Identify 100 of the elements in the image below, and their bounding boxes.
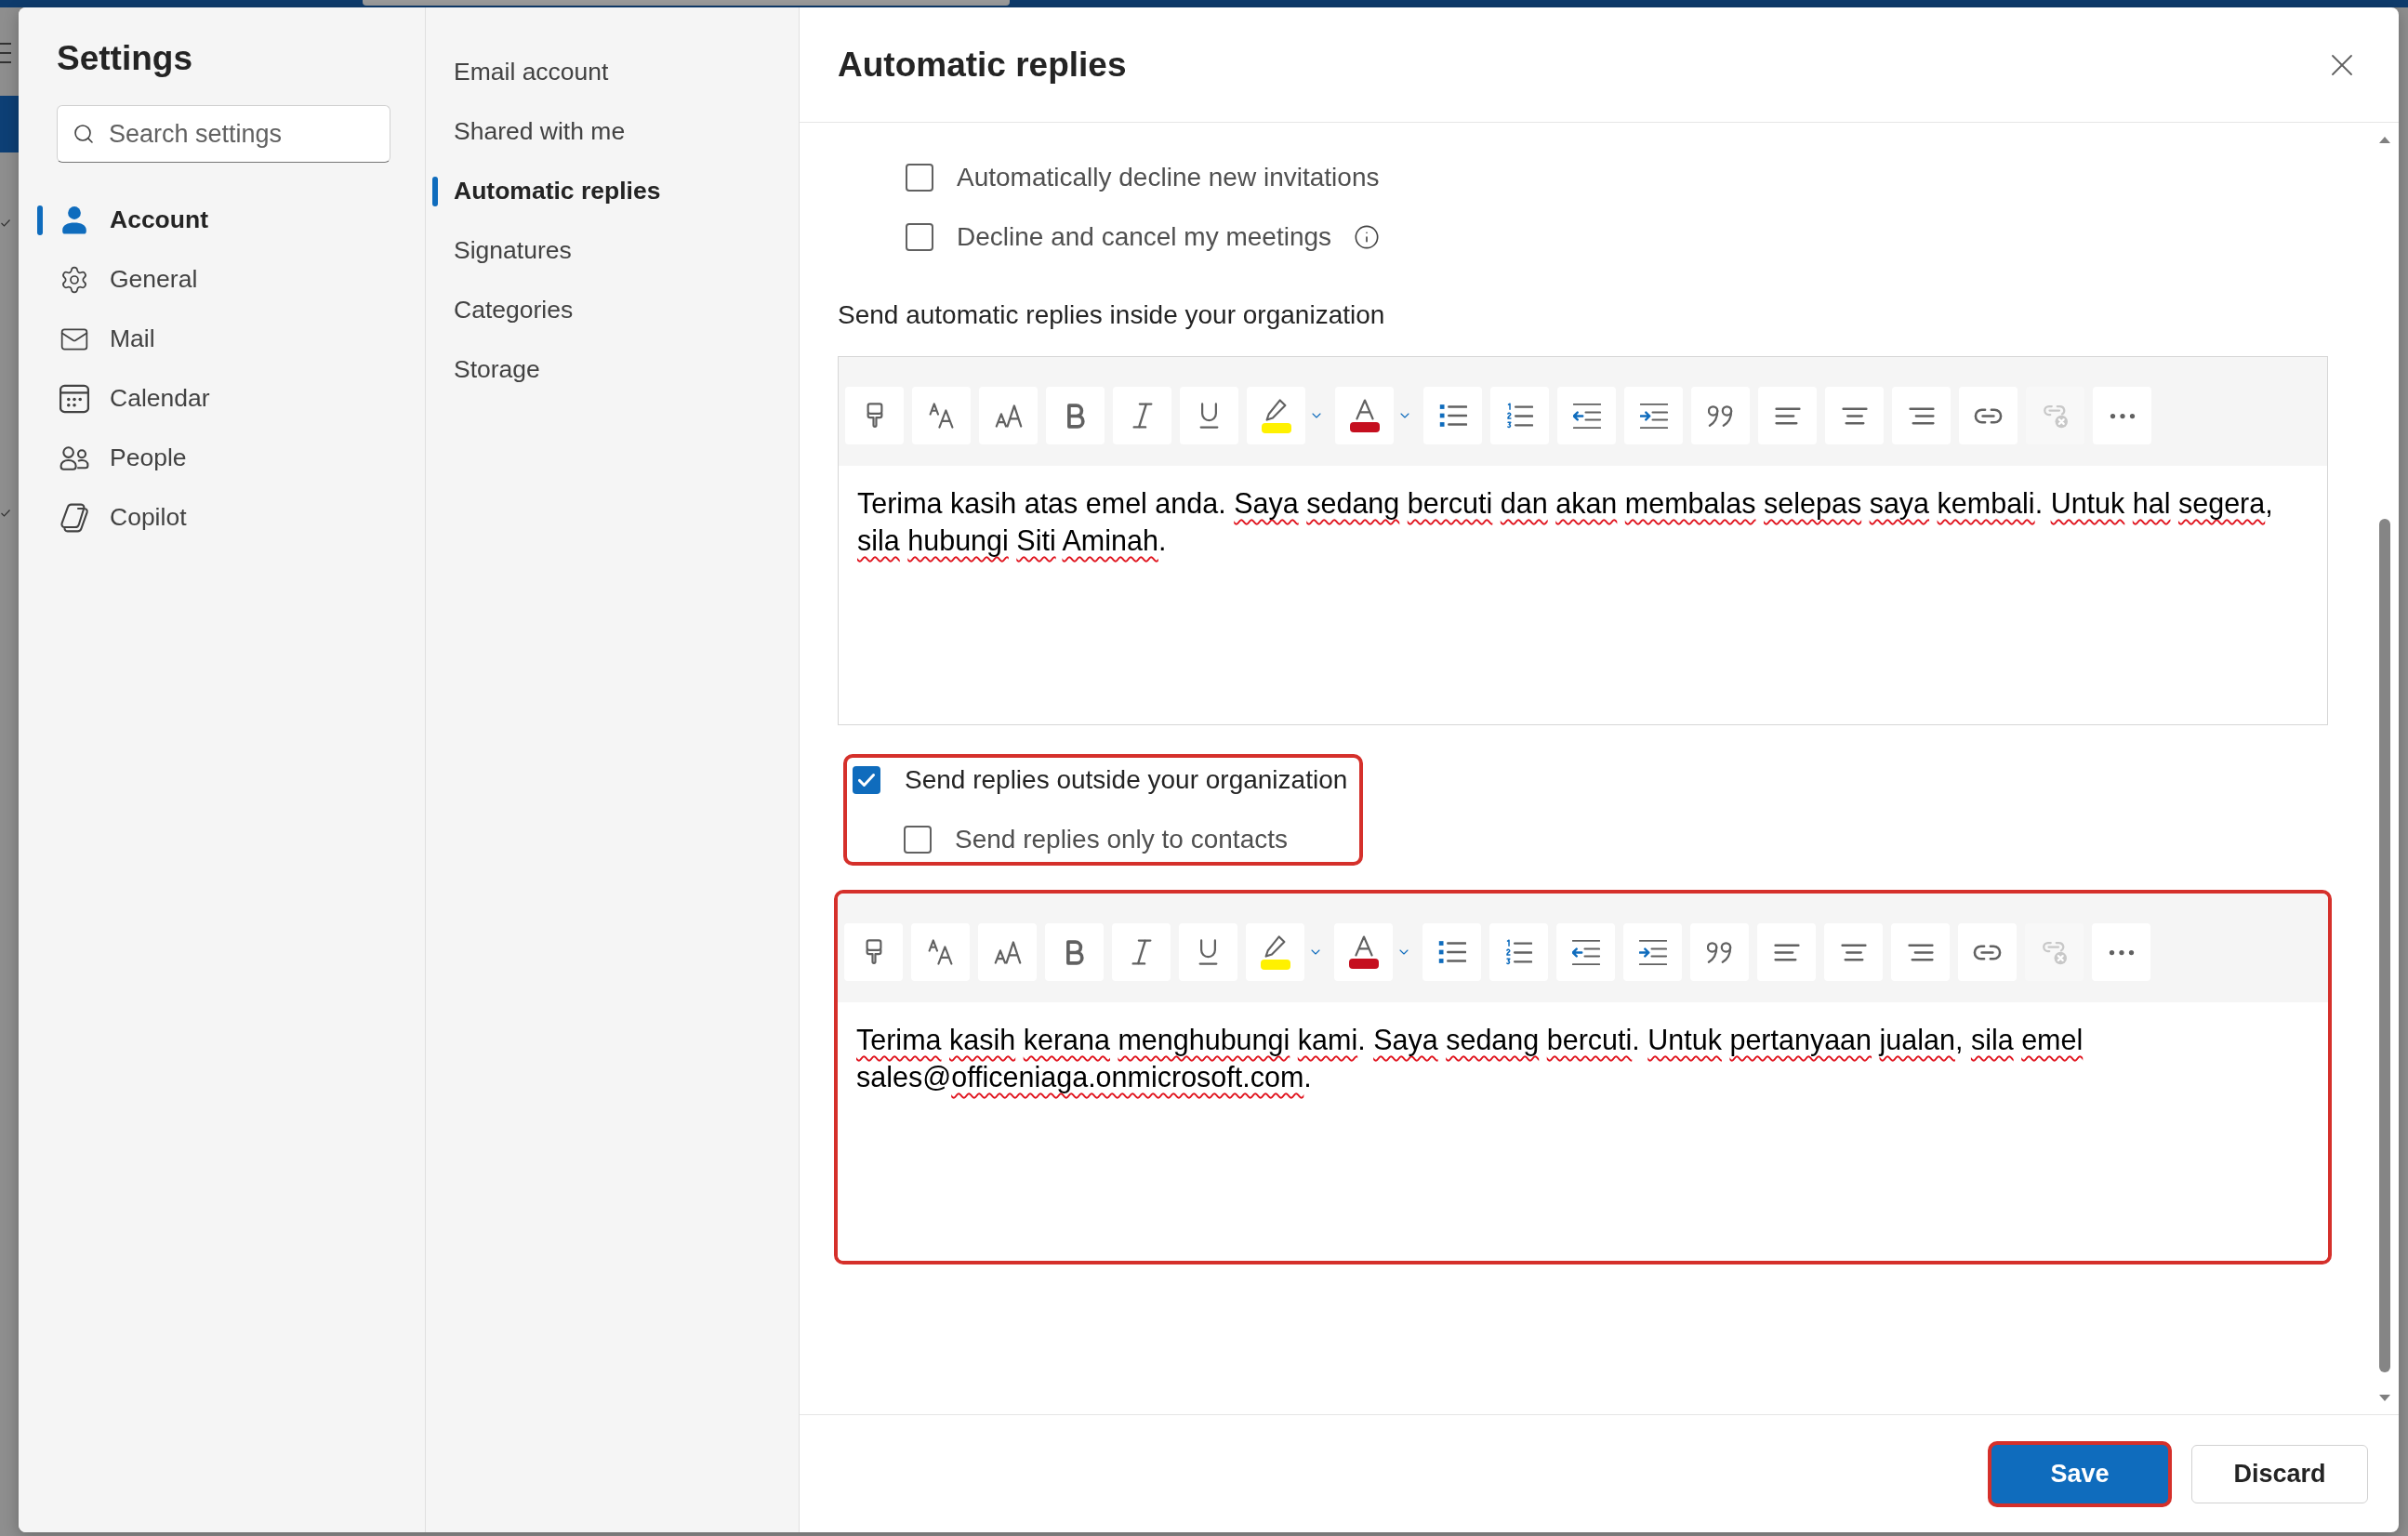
ribbon-bar (0, 96, 19, 152)
pencil-icon (1264, 934, 1286, 958)
highlight-button[interactable] (1247, 387, 1305, 444)
align-left-icon (1773, 943, 1800, 961)
numbered-list-icon (1505, 938, 1532, 966)
quote-button[interactable] (1691, 387, 1750, 444)
paintbrush-icon (865, 939, 882, 965)
nav-item[interactable]: People (30, 429, 411, 488)
align-center-icon (1841, 406, 1868, 425)
font-button[interactable] (912, 387, 971, 444)
bulleted-list-icon (1437, 940, 1466, 964)
calendar-icon (60, 384, 89, 414)
subnav-item[interactable]: Storage (431, 340, 785, 400)
align-center-button[interactable] (1825, 387, 1884, 444)
checkbox[interactable] (906, 223, 933, 251)
link-button[interactable] (1958, 923, 2017, 981)
checkbox[interactable] (853, 766, 880, 794)
underline-icon (1199, 403, 1219, 429)
outdent-icon (1571, 939, 1600, 965)
italic-icon (1131, 939, 1152, 965)
font-icon (928, 939, 953, 965)
people-icon (60, 444, 89, 473)
format-painter-button[interactable] (845, 387, 904, 444)
underline-icon (1198, 939, 1218, 965)
align-center-icon (1840, 943, 1867, 961)
decrease-indent-button[interactable] (1557, 387, 1616, 444)
link-icon (1974, 407, 2003, 424)
nav-item[interactable]: General (30, 250, 411, 310)
nav-item[interactable]: Mail (30, 310, 411, 369)
nav-item[interactable]: Account (30, 191, 411, 250)
quote-button[interactable] (1690, 923, 1749, 981)
align-right-icon (1908, 406, 1935, 425)
unlink-icon (2041, 939, 2068, 965)
link-button[interactable] (1959, 387, 2018, 444)
letter-a-icon (1355, 399, 1374, 420)
subnav-item[interactable]: Shared with me (431, 102, 785, 162)
search-icon (73, 123, 95, 145)
bold-icon (1065, 939, 1084, 965)
subnav-item[interactable]: Signatures (431, 221, 785, 281)
pencil-icon (1265, 398, 1287, 421)
subnav-item[interactable]: Email account (431, 43, 785, 102)
numbered-list-button[interactable] (1489, 923, 1548, 981)
ellipsis-icon (2109, 412, 2136, 419)
outdent-icon (1572, 403, 1601, 429)
ellipsis-icon (2108, 948, 2135, 956)
decrease-indent-button[interactable] (1556, 923, 1615, 981)
align-left-button[interactable] (1757, 923, 1816, 981)
underline-button[interactable] (1179, 923, 1237, 981)
increase-indent-button[interactable] (1623, 923, 1682, 981)
italic-button[interactable] (1113, 387, 1171, 444)
underline-button[interactable] (1180, 387, 1238, 444)
info-icon[interactable] (1354, 224, 1381, 250)
checkbox-label: Send replies outside your organization (905, 766, 1348, 794)
save-button[interactable]: Save (1988, 1440, 2172, 1507)
align-right-button[interactable] (1891, 923, 1950, 981)
indent-icon (1638, 939, 1667, 965)
subnav-item[interactable]: Categories (431, 281, 785, 340)
font-color-button[interactable] (1335, 387, 1394, 444)
scrollbar-thumb[interactable] (2379, 519, 2390, 1372)
search-field[interactable]: Search settings (57, 105, 390, 163)
font-button[interactable] (911, 923, 970, 981)
align-right-icon (1907, 943, 1934, 961)
font-size-icon (994, 404, 1023, 428)
discard-button[interactable]: Discard (2191, 1444, 2368, 1503)
highlight-button[interactable] (1246, 923, 1304, 981)
checkbox[interactable] (906, 164, 933, 192)
subnav-item[interactable]: Automatic replies (431, 162, 785, 221)
increase-indent-button[interactable] (1624, 387, 1683, 444)
unlink-icon (2042, 403, 2069, 429)
quote-icon (1708, 404, 1733, 427)
align-center-button[interactable] (1824, 923, 1883, 981)
font-size-button[interactable] (978, 923, 1037, 981)
scroll-up-icon[interactable] (2379, 137, 2390, 143)
panel-title: Automatic replies (838, 44, 1127, 86)
font-size-button[interactable] (979, 387, 1038, 444)
selection-indicator (37, 205, 43, 235)
checkbox-label: Decline and cancel my meetings (957, 223, 1332, 251)
italic-button[interactable] (1112, 923, 1171, 981)
nav-item[interactable]: Copilot (30, 488, 411, 548)
selection-indicator (432, 177, 438, 206)
numbered-list-button[interactable] (1490, 387, 1549, 444)
align-left-icon (1774, 406, 1801, 425)
align-right-button[interactable] (1892, 387, 1951, 444)
bold-button[interactable] (1046, 387, 1105, 444)
checkbox-label: Automatically decline new invitations (957, 164, 1380, 192)
person-icon (60, 205, 89, 235)
checkbox[interactable] (904, 826, 932, 854)
nav-item[interactable]: Calendar (30, 369, 411, 429)
bold-button[interactable] (1045, 923, 1104, 981)
format-painter-button[interactable] (844, 923, 903, 981)
paintbrush-icon (866, 403, 883, 429)
font-color-button[interactable] (1334, 923, 1393, 981)
check-icon (1, 219, 10, 227)
indent-icon (1639, 403, 1668, 429)
letter-a-icon (1354, 935, 1373, 957)
bulleted-list-button[interactable] (1422, 923, 1481, 981)
bulleted-list-button[interactable] (1423, 387, 1482, 444)
align-left-button[interactable] (1758, 387, 1817, 444)
overlapping-shapes-icon (60, 503, 89, 533)
scroll-down-icon[interactable] (2379, 1395, 2390, 1401)
